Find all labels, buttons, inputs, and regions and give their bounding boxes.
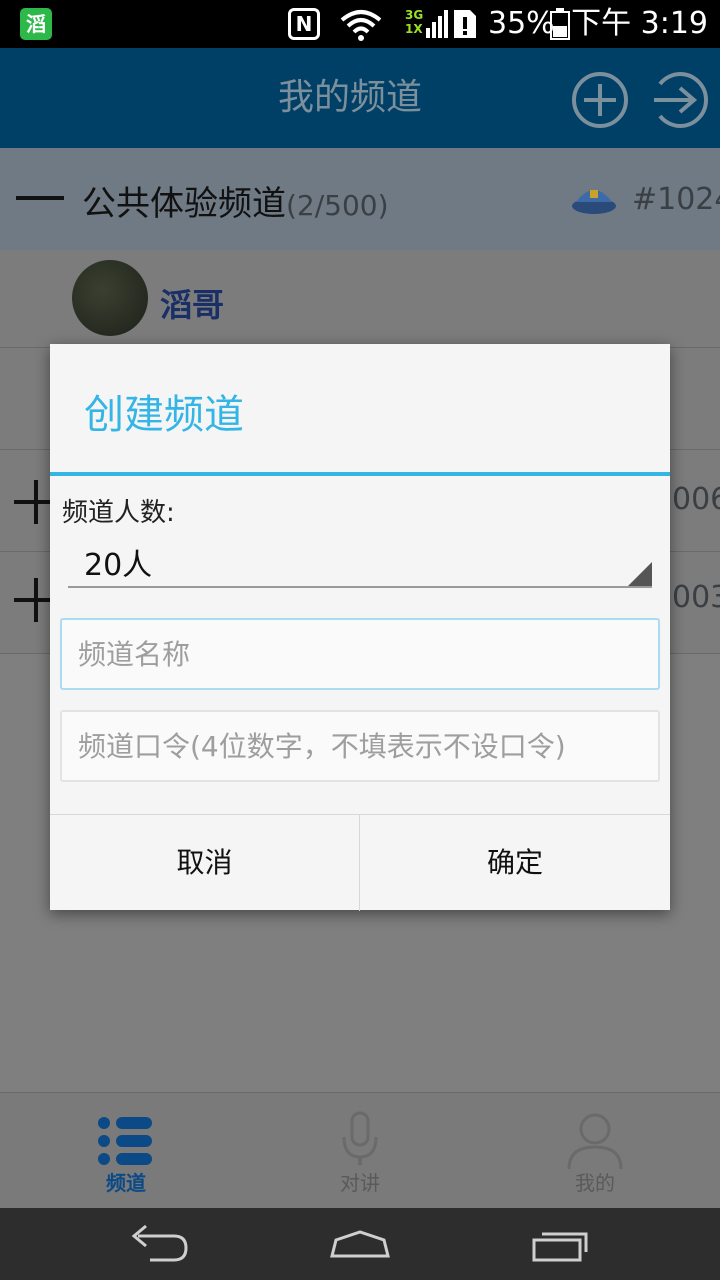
tab-label: 对讲: [340, 1171, 380, 1195]
channel-id: 006: [672, 482, 720, 517]
clock: 下午 3:19: [571, 6, 708, 41]
home-icon[interactable]: [320, 1222, 400, 1266]
channel-group-id: #1024: [632, 182, 720, 217]
tab-channels[interactable]: 频道: [6, 1093, 246, 1209]
bottom-tab-bar: 频道 对讲 我的: [0, 1092, 720, 1208]
create-channel-dialog: 创建频道 频道人数: 20人 频道名称 频道口令(4位数字，不填表示不设口令) …: [50, 344, 670, 911]
confirm-button[interactable]: 确定: [360, 815, 670, 911]
tab-intercom[interactable]: 对讲: [240, 1093, 480, 1209]
dropdown-corner-icon: [628, 562, 652, 586]
tab-label: 频道: [106, 1171, 146, 1195]
channel-group-title: 公共体验频道: [82, 184, 286, 224]
status-bar: 滔 N 3G 1X 35% 下午 3:19: [0, 0, 720, 48]
police-cap-icon: [572, 190, 616, 214]
battery-icon: [550, 8, 570, 40]
wifi-icon: [340, 10, 382, 41]
dialog-title-divider: [50, 472, 670, 476]
channel-group-header[interactable]: 公共体验频道(2/500) #1024: [0, 148, 720, 250]
nfc-icon: N: [288, 8, 320, 40]
microphone-icon: [342, 1111, 378, 1165]
channel-password-input[interactable]: 频道口令(4位数字，不填表示不设口令): [60, 710, 660, 782]
plus-circle-icon[interactable]: [570, 70, 630, 130]
collapse-icon: [16, 196, 64, 200]
app-notification-icon: 滔: [20, 8, 52, 40]
avatar: [72, 260, 148, 336]
recent-apps-icon[interactable]: [520, 1222, 600, 1266]
signal-strength-icon: [426, 10, 448, 38]
channel-name-input[interactable]: 频道名称: [60, 618, 660, 690]
login-arrow-icon[interactable]: [650, 70, 710, 130]
channel-size-value: 20人: [84, 548, 153, 583]
app-bar: 我的频道: [0, 48, 720, 148]
person-icon: [567, 1113, 623, 1170]
channel-group-count: (2/500): [286, 189, 389, 222]
channel-group-name: 公共体验频道(2/500): [82, 176, 389, 225]
channel-id: 003: [672, 580, 720, 615]
tab-label: 我的: [575, 1171, 615, 1195]
cancel-button[interactable]: 取消: [50, 815, 360, 911]
battery-percent: 35%: [488, 6, 555, 41]
tab-me[interactable]: 我的: [475, 1093, 715, 1209]
system-navigation-bar: [0, 1208, 720, 1280]
member-name: 滔哥: [160, 286, 225, 324]
dialog-button-bar: 取消 确定: [50, 814, 670, 911]
list-icon: [98, 1117, 152, 1165]
channel-size-label: 频道人数:: [62, 498, 175, 528]
dialog-title: 创建频道: [84, 392, 244, 438]
sim-alert-icon: [454, 10, 476, 38]
back-icon[interactable]: [120, 1222, 200, 1266]
channel-size-spinner[interactable]: 20人: [68, 532, 652, 588]
